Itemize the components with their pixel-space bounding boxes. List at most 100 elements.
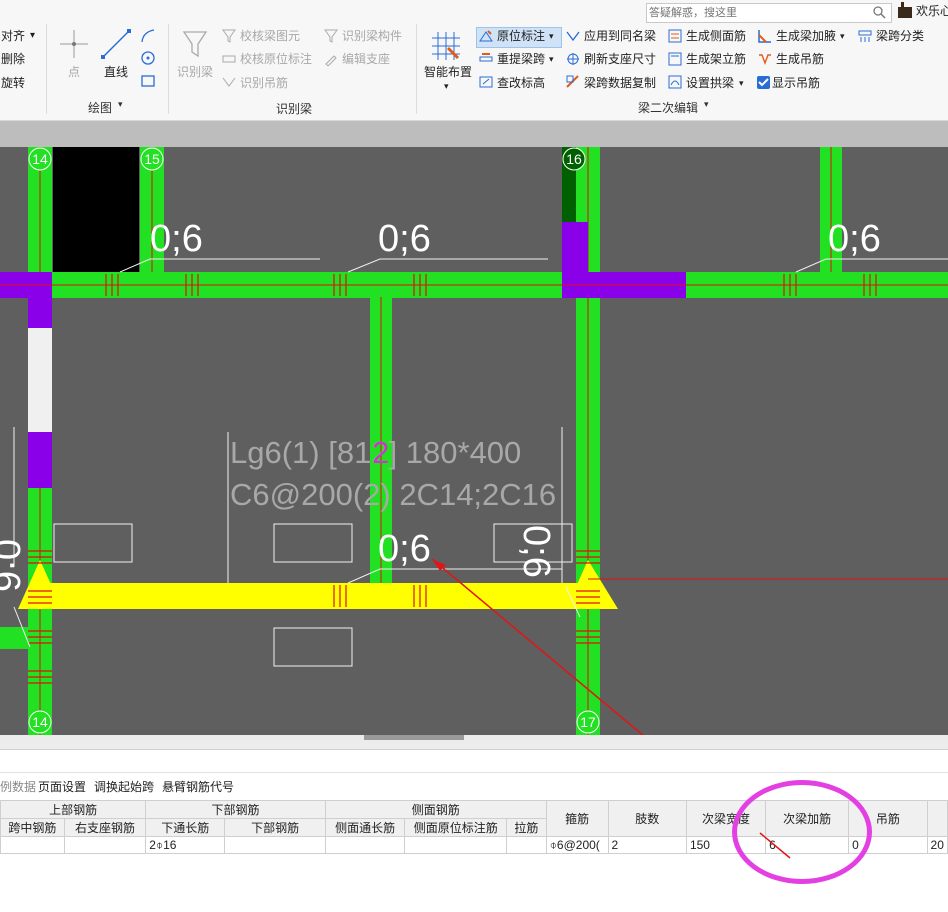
identify-beam-member-icon — [324, 29, 338, 43]
header-bottom-continuous: 下通长筋 — [145, 818, 226, 837]
search-icon[interactable] — [873, 6, 886, 19]
axis-label-16: 16 — [566, 151, 582, 167]
drawing-svg[interactable]: 14 15 16 14 17 0;6 0;6 0;6 0;6 0;6 0;6 L… — [0, 147, 948, 735]
re-extract-span-icon — [479, 53, 493, 62]
re-extract-span-dropdown-icon[interactable]: ▾ — [549, 51, 554, 67]
check-annotation-button[interactable]: 校核原位标注 — [240, 51, 312, 67]
header-bottom-bar: 下部钢筋 — [145, 800, 326, 819]
align-dropdown-icon[interactable]: ▾ — [30, 28, 35, 44]
point-icon[interactable] — [60, 30, 88, 58]
header-top-bar: 上部钢筋 — [0, 800, 147, 819]
rotate-button[interactable]: 旋转 — [1, 75, 25, 91]
span-data-copy-icon — [566, 75, 579, 88]
beam-selected — [40, 583, 588, 609]
generate-beam-haunch-dropdown-icon[interactable]: ▾ — [840, 28, 845, 44]
cell[interactable] — [224, 836, 326, 854]
identify-group-label: 识别梁 — [276, 102, 313, 116]
search-input[interactable] — [649, 5, 869, 20]
header-right-support: 右支座钢筋 — [63, 818, 147, 837]
beam-label-highlight: 2 — [372, 435, 389, 470]
point-button[interactable]: 点 — [68, 64, 80, 80]
delete-button[interactable]: 删除 — [1, 51, 25, 67]
line-button[interactable]: 直线 — [104, 64, 128, 80]
span-data-copy-button[interactable]: 梁跨数据复制 — [584, 75, 656, 91]
cell[interactable]: 20 — [926, 836, 948, 854]
header-mid-span: 跨中钢筋 — [0, 818, 65, 837]
beam-haunch-icon — [758, 30, 771, 43]
cell[interactable]: ⌽6@200( — [545, 836, 609, 854]
header-bottom-bar-sub: 下部钢筋 — [224, 818, 326, 837]
refresh-support-button[interactable]: 刷新支座尺寸 — [584, 51, 656, 67]
refresh-support-icon — [567, 53, 579, 65]
apply-same-name-button[interactable]: 应用到同名梁 — [584, 28, 656, 44]
draw-group-label[interactable]: 绘图 — [88, 99, 112, 116]
generate-erection-bar-button[interactable]: 生成架立筋 — [686, 51, 746, 67]
toolbar-item-page-setup[interactable]: 页面设置 — [38, 778, 86, 795]
identify-beam-member-button[interactable]: 识别梁构件 — [342, 28, 402, 44]
cell[interactable] — [63, 836, 147, 854]
identify-hanger-button[interactable]: 识别吊筋 — [240, 75, 288, 91]
line-icon[interactable] — [100, 28, 132, 60]
set-arch-beam-button[interactable]: 设置拱梁 — [686, 75, 734, 91]
in-place-annotation-button[interactable]: 原位标注 — [497, 28, 545, 44]
identify-beam-button[interactable]: 识别梁 — [177, 64, 213, 80]
generate-beam-haunch-button[interactable]: 生成梁加腋 — [776, 28, 836, 44]
smart-layout-dropdown-icon[interactable]: ▾ — [444, 78, 449, 94]
smart-layout-icon[interactable] — [430, 30, 462, 62]
generate-side-bar-button[interactable]: 生成侧面筋 — [686, 28, 746, 44]
toolbar-item-data[interactable]: 例数据 — [0, 778, 36, 795]
header-stirrup: 箍筋 — [545, 800, 609, 837]
edit-support-button[interactable]: 编辑支座 — [342, 51, 390, 67]
cell[interactable]: 2⌽16 — [145, 836, 226, 854]
drawing-canvas[interactable]: 14 15 16 14 17 0;6 0;6 0;6 0;6 0;6 0;6 L… — [0, 147, 948, 735]
align-button[interactable]: 对齐 — [1, 28, 25, 44]
span-classify-icon — [858, 30, 872, 42]
rectangle-icon[interactable] — [140, 73, 156, 89]
splitter-handle[interactable] — [364, 735, 464, 740]
arc-icon[interactable] — [140, 28, 156, 44]
re-extract-span-button[interactable]: 重提梁跨 — [497, 51, 545, 67]
beam-edit-group-label[interactable]: 梁二次编辑 — [638, 99, 698, 116]
cell[interactable]: 2 — [607, 836, 687, 854]
show-hanger-checkbox[interactable] — [757, 76, 770, 89]
beam-edit-group-dropdown-icon[interactable]: ▾ — [704, 99, 709, 110]
check-beam-icon — [222, 29, 236, 43]
hanger-tag-vertical-left: 0;6 — [0, 539, 27, 592]
check-beam-button[interactable]: 校核梁图元 — [240, 28, 300, 44]
hanger-tag: 0;6 — [828, 218, 881, 260]
check-elevation-button[interactable]: 查改标高 — [497, 75, 545, 91]
check-elevation-icon — [479, 76, 493, 88]
erection-bar-icon — [668, 52, 682, 66]
draw-group-dropdown-icon[interactable]: ▾ — [118, 99, 123, 110]
axis-label-14-bottom: 14 — [32, 714, 48, 730]
header-legs: 肢数 — [607, 800, 687, 837]
cell[interactable] — [324, 836, 406, 854]
cell[interactable] — [506, 836, 547, 854]
side-bar-icon — [668, 29, 682, 43]
in-place-annotation-icon — [479, 30, 493, 42]
in-place-annotation-dropdown-icon[interactable]: ▾ — [549, 28, 554, 44]
axis-label-17: 17 — [580, 714, 596, 730]
show-hanger-label[interactable]: 显示吊筋 — [772, 75, 820, 91]
span-classify-button[interactable]: 梁跨分类 — [876, 28, 924, 44]
hanger-tag: 0;6 — [150, 218, 203, 260]
set-arch-beam-dropdown-icon[interactable]: ▾ — [739, 75, 744, 91]
edit-support-icon — [325, 55, 337, 66]
hanger-bar-icon — [759, 54, 771, 65]
check-annotation-icon — [222, 55, 236, 63]
header-side-in-place: 侧面原位标注筋 — [404, 818, 508, 837]
ribbon: 欢乐心 对齐 ▾ 删除 旋转 点 直线 绘图 ▾ 识别梁 校核梁图元 校核原位标… — [0, 0, 948, 121]
user-name[interactable]: 欢乐心 — [916, 3, 948, 19]
splitter[interactable] — [0, 735, 948, 750]
tab-strip — [0, 121, 948, 147]
search-box[interactable] — [646, 3, 892, 23]
circle-icon[interactable] — [140, 50, 156, 66]
toolbar-item-cantilever-code[interactable]: 悬臂钢筋代号 — [162, 778, 234, 795]
axis-label-15: 15 — [144, 151, 160, 167]
cell[interactable] — [404, 836, 508, 854]
identify-beam-icon[interactable] — [182, 30, 208, 58]
generate-hanger-bar-button[interactable]: 生成吊筋 — [776, 51, 824, 67]
toolbar-item-swap-start-span[interactable]: 调换起始跨 — [94, 778, 154, 795]
user-avatar-icon[interactable] — [898, 2, 912, 18]
cell[interactable] — [0, 836, 65, 854]
